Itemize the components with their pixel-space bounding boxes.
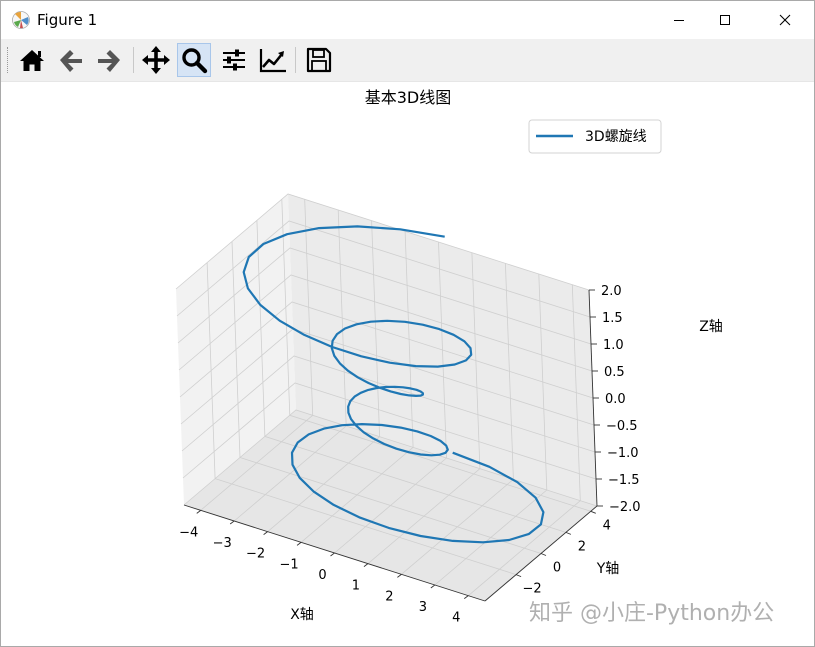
z-tick-label: 0.5 bbox=[604, 365, 625, 380]
x-tick-label: −2 bbox=[246, 547, 265, 562]
x-tick bbox=[229, 520, 235, 525]
sliders-icon bbox=[223, 49, 245, 71]
y-tick bbox=[565, 531, 572, 535]
x-tick bbox=[330, 552, 335, 557]
pan-tool[interactable] bbox=[139, 43, 173, 77]
legend-label: 3D螺旋线 bbox=[585, 129, 647, 145]
save-tool[interactable] bbox=[302, 43, 336, 77]
x-tick bbox=[397, 573, 402, 578]
z-tick-label: −0.5 bbox=[606, 419, 638, 434]
z-tick-label: −1.5 bbox=[608, 473, 640, 488]
maximize-button[interactable] bbox=[702, 1, 748, 39]
y-tick bbox=[540, 553, 547, 556]
y-axis-label: Y轴 bbox=[596, 561, 620, 577]
x-tick-label: 4 bbox=[452, 611, 460, 626]
y-tick-label: 2 bbox=[578, 539, 586, 554]
x-tick bbox=[464, 595, 469, 600]
subplots-tool[interactable] bbox=[217, 43, 251, 77]
minimize-icon bbox=[674, 20, 684, 21]
z-tick-label: 0.0 bbox=[605, 392, 626, 407]
y-tick-label: 4 bbox=[603, 518, 611, 533]
watermark: 知乎 @小庄-Python办公 bbox=[529, 601, 775, 626]
minimize-button[interactable] bbox=[656, 1, 702, 39]
home-tool[interactable] bbox=[15, 43, 49, 77]
x-tick bbox=[363, 563, 369, 568]
zoom-tool[interactable] bbox=[177, 43, 211, 77]
title-bar: Figure 1 bbox=[1, 1, 814, 39]
chart-title: 基本3D线图 bbox=[365, 88, 452, 107]
z-tick-label: 2.0 bbox=[601, 284, 622, 299]
toolbar-grip bbox=[7, 47, 10, 73]
x-tick bbox=[196, 509, 201, 514]
floppy-disk-icon bbox=[306, 47, 332, 73]
x-tick bbox=[430, 584, 436, 589]
x-axis-label: X轴 bbox=[290, 607, 314, 623]
x-tick-label: 3 bbox=[419, 600, 427, 615]
legend[interactable]: 3D螺旋线 bbox=[528, 119, 662, 154]
x-tick bbox=[263, 531, 268, 536]
magnifier-icon bbox=[182, 48, 208, 74]
z-axis-label: Z轴 bbox=[699, 319, 723, 335]
forward-tool[interactable] bbox=[92, 43, 126, 77]
x-tick-label: −1 bbox=[279, 557, 298, 572]
move-icon bbox=[142, 46, 170, 74]
back-tool[interactable] bbox=[54, 43, 88, 77]
z-tick-label: 1.0 bbox=[603, 338, 624, 353]
toolbar-separator bbox=[133, 47, 134, 73]
close-button[interactable] bbox=[762, 1, 808, 39]
window-title: Figure 1 bbox=[37, 11, 98, 29]
x-tick-label: 1 bbox=[352, 579, 360, 594]
figure-window: Figure 1 基本3D线图 −4 −3 −2 −1 0 1 2 3 4 −2… bbox=[0, 0, 815, 647]
plot-canvas[interactable]: 基本3D线图 −4−3−2−101234−20242.01.51.00.50.0… bbox=[1, 81, 814, 647]
x-tick-label: 0 bbox=[318, 568, 326, 583]
z-tick-label: −2.0 bbox=[609, 500, 641, 515]
y-tick bbox=[590, 510, 596, 514]
y-tick-label: 0 bbox=[553, 561, 561, 576]
z-tick-label: −1.0 bbox=[607, 446, 639, 461]
x-tick bbox=[296, 541, 302, 546]
toolbar-separator bbox=[295, 47, 296, 73]
x-tick-label: −3 bbox=[213, 536, 232, 551]
navigation-toolbar bbox=[1, 39, 814, 82]
axes-tool[interactable] bbox=[256, 43, 290, 77]
x-tick-label: 2 bbox=[385, 589, 393, 604]
y-tick bbox=[515, 574, 522, 578]
arrow-right-icon bbox=[98, 50, 120, 72]
x-tick-label: −4 bbox=[179, 525, 198, 540]
line-chart-icon bbox=[259, 49, 286, 73]
z-tick-label: 1.5 bbox=[602, 311, 623, 326]
home-icon bbox=[20, 50, 44, 71]
maximize-icon bbox=[720, 15, 730, 25]
close-icon bbox=[779, 14, 791, 26]
matplotlib-logo-icon bbox=[12, 11, 30, 29]
arrow-left-icon bbox=[60, 50, 82, 72]
